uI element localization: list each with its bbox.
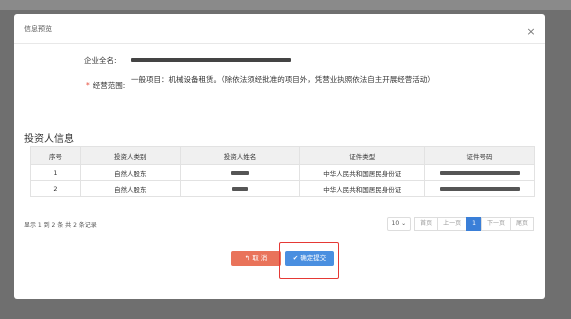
col-header-category: 投资人类别	[79, 146, 181, 165]
close-icon[interactable]: ×	[525, 26, 537, 38]
cell-id-number-redacted	[424, 164, 535, 181]
cell-name-redacted	[179, 164, 301, 181]
cell-index: 1	[30, 164, 81, 181]
chevron-down-icon: ⌄	[401, 220, 407, 227]
page-size-select[interactable]: 10 ⌄	[386, 217, 412, 231]
pager-last[interactable]: 尾页	[509, 217, 534, 231]
col-header-id-number: 证件号码	[424, 146, 535, 165]
cell-id-type: 中华人民共和国居民身份证	[299, 180, 426, 197]
pagination: 10 ⌄ 首页 上一页 1 下一页 尾页	[386, 217, 534, 231]
table-row: 2 自然人股东 中华人民共和国居民身份证	[30, 180, 535, 197]
col-header-name: 投资人姓名	[179, 146, 301, 165]
col-header-id-type: 证件类型	[299, 146, 426, 165]
cell-category: 自然人股东	[79, 180, 181, 197]
table-row: 1 自然人股东 中华人民共和国居民身份证	[30, 164, 535, 181]
cell-category: 自然人股东	[79, 164, 181, 181]
business-scope-label: * 经营范围:	[86, 81, 126, 90]
investor-section-title: 投资人信息	[24, 134, 74, 145]
submit-highlight-annotation	[279, 242, 339, 279]
cell-id-number-redacted	[424, 180, 535, 197]
col-header-index: 序号	[30, 146, 81, 165]
modal-title: 信息预览	[24, 25, 52, 33]
cell-index: 2	[30, 180, 81, 197]
investor-table: 序号 投资人类别 投资人姓名 证件类型 证件号码 1 自然人股东 中华人民共和国…	[30, 146, 535, 197]
preview-modal: 信息预览 × 企业全名: * 经营范围: 一般项目：机械设备租赁。（除依法须经批准…	[14, 14, 545, 299]
business-scope-value: 一般项目：机械设备租赁。（除依法须经批准的项目外，凭营业执照依法自主开展经营活动…	[131, 75, 435, 84]
cell-name-redacted	[179, 180, 301, 197]
cell-id-type: 中华人民共和国居民身份证	[299, 164, 426, 181]
pager-prev[interactable]: 上一页	[437, 217, 468, 231]
record-summary: 显示 1 到 2 条 共 2 条记录	[24, 222, 97, 229]
company-name-label: 企业全名:	[84, 56, 117, 65]
undo-icon: ↰	[244, 254, 251, 262]
modal-header: 信息预览 ×	[14, 14, 545, 44]
required-mark: *	[86, 81, 90, 90]
cancel-button[interactable]: ↰ 取 消	[231, 251, 281, 266]
company-name-value-redacted	[131, 58, 291, 62]
pager-first[interactable]: 首页	[414, 217, 439, 231]
pager-page-1[interactable]: 1	[466, 217, 482, 231]
table-header-row: 序号 投资人类别 投资人姓名 证件类型 证件号码	[30, 146, 535, 165]
backdrop	[0, 0, 571, 10]
pager-next[interactable]: 下一页	[480, 217, 511, 231]
